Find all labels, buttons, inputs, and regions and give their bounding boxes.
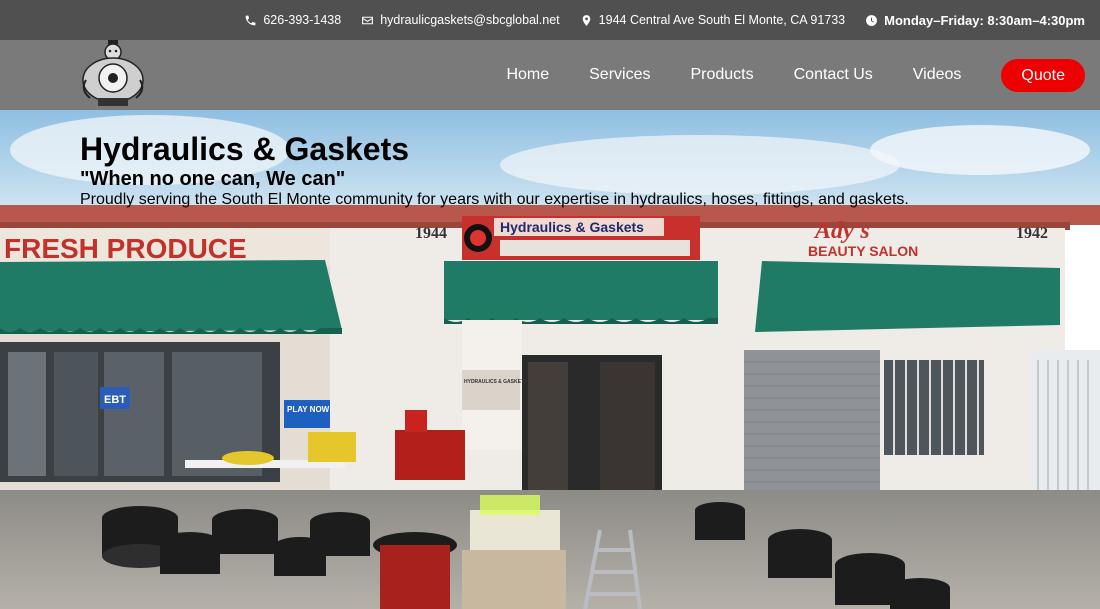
play-now-sign: PLAY NOW (287, 405, 330, 414)
hero-text-block: Hydraulics & Gaskets "When no one can, W… (80, 130, 909, 210)
nav-videos[interactable]: Videos (893, 66, 982, 84)
nav-products[interactable]: Products (670, 66, 773, 84)
hero-tagline: "When no one can, We can" (80, 168, 346, 190)
hours-info: Monday–Friday: 8:30am–4:30pm (865, 13, 1085, 28)
nav-home[interactable]: Home (486, 66, 569, 84)
email-info[interactable]: hydraulicgaskets@sbcglobal.net (361, 13, 560, 27)
beauty-salon-sign: BEAUTY SALON (808, 243, 918, 259)
company-logo[interactable] (78, 40, 148, 110)
fresh-produce-sign: FRESH PRODUCE (4, 233, 247, 264)
phone-number: 626-393-1438 (263, 13, 342, 27)
ebt-sign: EBT (104, 394, 126, 406)
business-hours: Monday–Friday: 8:30am–4:30pm (884, 12, 1085, 28)
nav-services[interactable]: Services (569, 66, 670, 84)
primary-nav: Home Services Products Contact Us Videos… (486, 40, 1085, 110)
hero-section: FRESH PRODUCE 1944 Hydraulics & Gaskets … (0, 110, 1100, 609)
street-address: 1944 Central Ave South El Monte, CA 9173… (598, 13, 846, 27)
envelope-icon (362, 16, 374, 24)
phone-info[interactable]: 626-393-1438 (244, 13, 341, 27)
address-number-1942: 1942 (1016, 225, 1048, 242)
map-pin-icon (582, 14, 590, 26)
adys-sign: Ady's (813, 218, 870, 244)
quote-button[interactable]: Quote (1001, 58, 1085, 92)
hero-title: Hydraulics & Gaskets (80, 131, 410, 167)
main-navbar: Home Services Products Contact Us Videos… (0, 40, 1100, 110)
address-info[interactable]: 1944 Central Ave South El Monte, CA 9173… (580, 13, 845, 27)
top-info-bar: 626-393-1438 hydraulicgaskets@sbcglobal.… (0, 0, 1100, 40)
hero-description: Proudly serving the South El Monte commu… (80, 191, 909, 208)
door-sign: HYDRAULICS & GASKETS (464, 379, 528, 385)
shop-banner-title: Hydraulics & Gaskets (500, 219, 644, 235)
address-number-1944: 1944 (415, 225, 447, 242)
clock-icon (866, 14, 878, 26)
email-address: hydraulicgaskets@sbcglobal.net (380, 13, 560, 27)
nav-contact-us[interactable]: Contact Us (774, 66, 893, 84)
phone-icon (245, 15, 256, 25)
